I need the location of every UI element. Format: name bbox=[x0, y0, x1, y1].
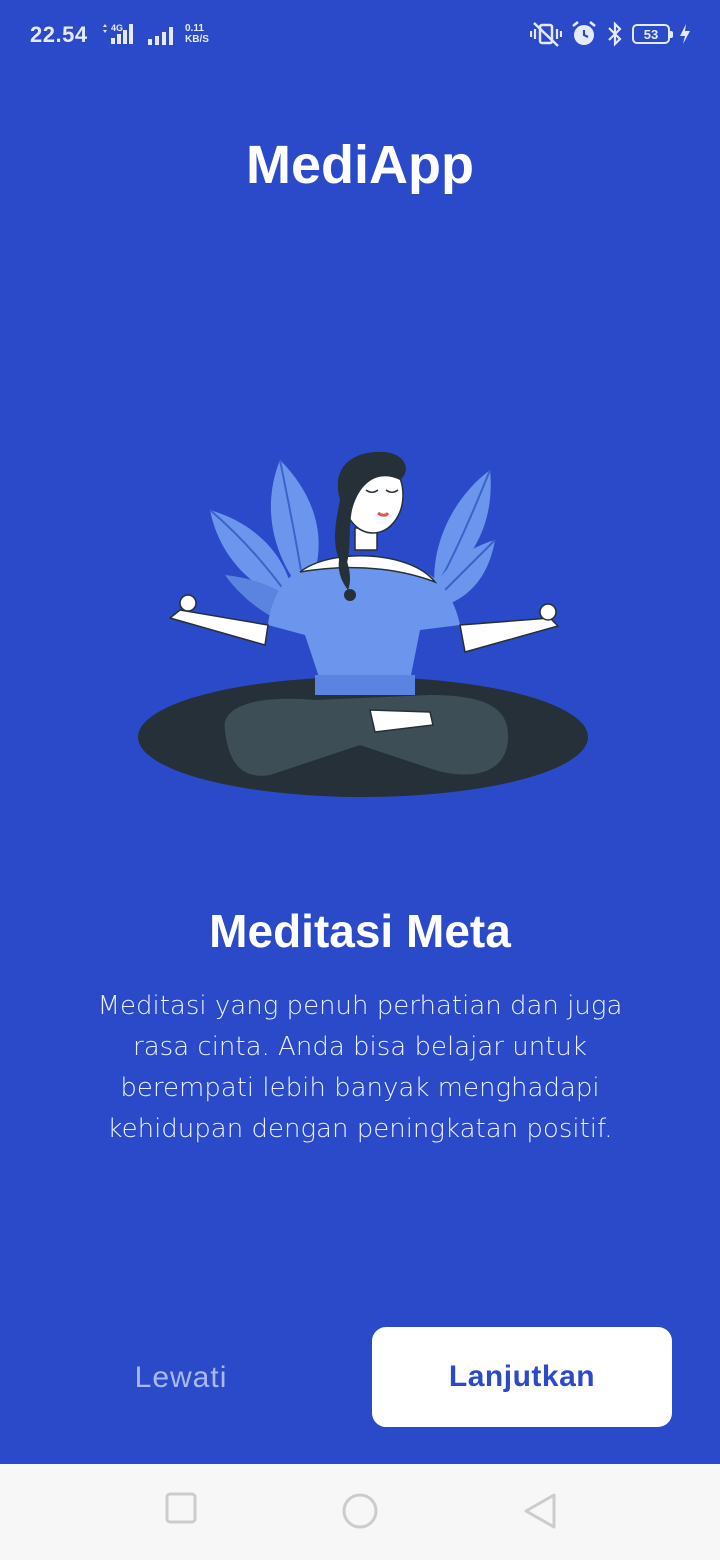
continue-button[interactable]: Lanjutkan bbox=[372, 1327, 672, 1427]
onboarding-description: Meditasi yang penuh perhatian dan juga r… bbox=[97, 991, 623, 1144]
battery-icon: 53 bbox=[632, 24, 673, 44]
status-icons: 53 bbox=[530, 20, 692, 48]
home-icon[interactable] bbox=[341, 1492, 379, 1530]
network-type-label: 4G bbox=[111, 23, 123, 33]
onboarding-headline: Meditasi Meta bbox=[209, 905, 511, 957]
onboarding-screen: 22.54 4G 0.11 KB/S 53 MediApp Meditasi M… bbox=[0, 0, 720, 1560]
network-speed-value: 0.11 bbox=[185, 23, 204, 34]
alarm-icon bbox=[572, 21, 596, 45]
meditation-illustration bbox=[138, 451, 588, 797]
skip-button[interactable]: Lewati bbox=[86, 1346, 276, 1410]
app-title: MediApp bbox=[246, 135, 474, 195]
recent-apps-icon[interactable] bbox=[165, 1492, 197, 1524]
signal-4g-icon: 4G bbox=[103, 23, 133, 44]
charging-icon bbox=[680, 24, 690, 44]
network-speed-unit: KB/S bbox=[185, 34, 209, 45]
network-speed: 0.11 KB/S bbox=[185, 23, 209, 45]
navigation-bar bbox=[0, 1464, 720, 1560]
signal-icon bbox=[148, 27, 173, 45]
vibrate-off-icon bbox=[530, 22, 562, 47]
bluetooth-icon bbox=[608, 21, 622, 47]
back-icon[interactable] bbox=[522, 1492, 558, 1530]
status-time: 22.54 bbox=[30, 22, 88, 47]
battery-level: 53 bbox=[643, 26, 659, 42]
status-bar: 22.54 4G 0.11 KB/S 53 bbox=[0, 0, 720, 72]
